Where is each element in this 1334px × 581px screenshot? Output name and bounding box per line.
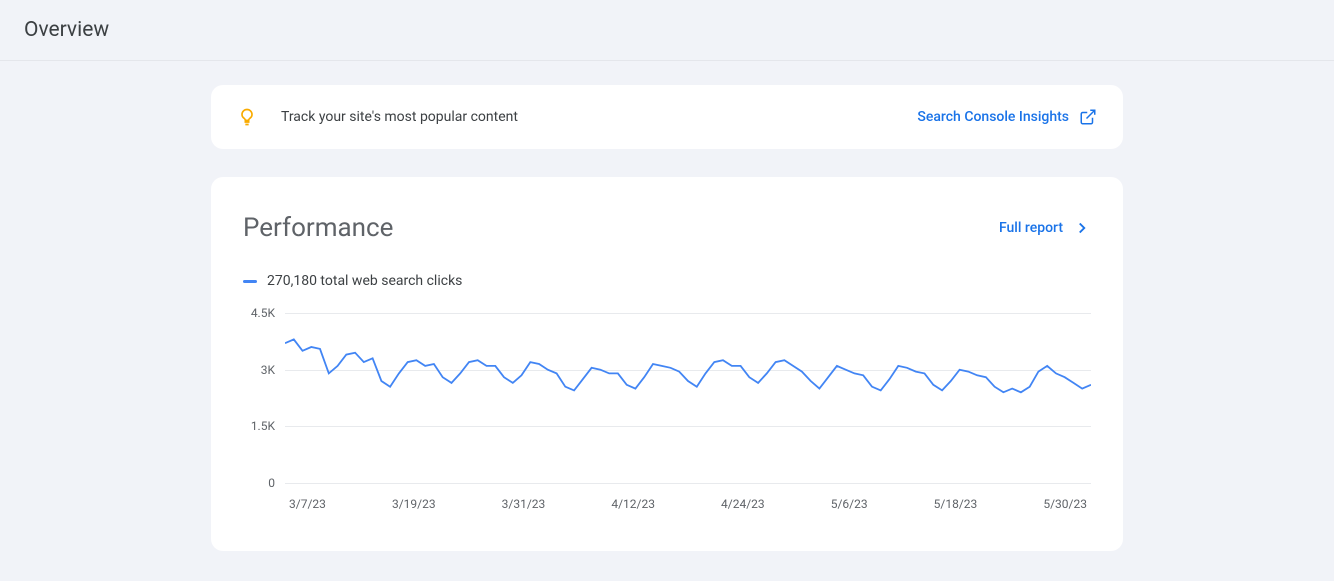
full-report-label: Full report — [999, 220, 1063, 236]
performance-card: Performance Full report 270,180 total we… — [211, 177, 1123, 551]
insights-card: Track your site's most popular content S… — [211, 85, 1123, 149]
chart-line-svg — [285, 313, 1091, 483]
chart-x-label: 4/24/23 — [721, 497, 765, 511]
insights-left: Track your site's most popular content — [237, 107, 518, 127]
insights-link-label: Search Console Insights — [917, 109, 1069, 125]
chart-container: 01.5K3K4.5K 3/7/23 3/19/23 3/31/23 4/12/23 4… — [249, 313, 1091, 511]
page-header: Overview — [0, 0, 1334, 61]
chart-legend: 270,180 total web search clicks — [243, 273, 1091, 289]
external-link-icon — [1079, 108, 1097, 126]
legend-marker — [243, 280, 257, 283]
lightbulb-icon — [237, 107, 257, 127]
chart-y-label: 4.5K — [251, 306, 275, 320]
insights-text: Track your site's most popular content — [281, 109, 518, 125]
chart-x-label: 3/31/23 — [502, 497, 546, 511]
performance-header: Performance Full report — [243, 213, 1091, 243]
chart-x-label: 4/12/23 — [611, 497, 655, 511]
chart-gridline — [285, 483, 1091, 484]
chart-x-axis: 3/7/23 3/19/23 3/31/23 4/12/23 4/24/23 5/6/23… — [285, 497, 1091, 511]
chevron-right-icon — [1073, 219, 1091, 237]
insights-link[interactable]: Search Console Insights — [917, 108, 1097, 126]
chart-x-label: 5/18/23 — [934, 497, 978, 511]
performance-title: Performance — [243, 213, 393, 243]
chart-area: 01.5K3K4.5K — [285, 313, 1091, 483]
chart-x-label: 5/30/23 — [1043, 497, 1087, 511]
legend-text: 270,180 total web search clicks — [267, 273, 462, 289]
chart-x-label: 5/6/23 — [831, 497, 868, 511]
chart-y-label: 0 — [268, 476, 275, 490]
chart-y-label: 3K — [261, 363, 275, 377]
page-title: Overview — [24, 18, 1310, 42]
chart-x-label: 3/7/23 — [289, 497, 326, 511]
full-report-link[interactable]: Full report — [999, 219, 1091, 237]
chart-y-label: 1.5K — [251, 419, 275, 433]
chart-x-label: 3/19/23 — [392, 497, 436, 511]
content-area: Track your site's most popular content S… — [0, 61, 1334, 575]
